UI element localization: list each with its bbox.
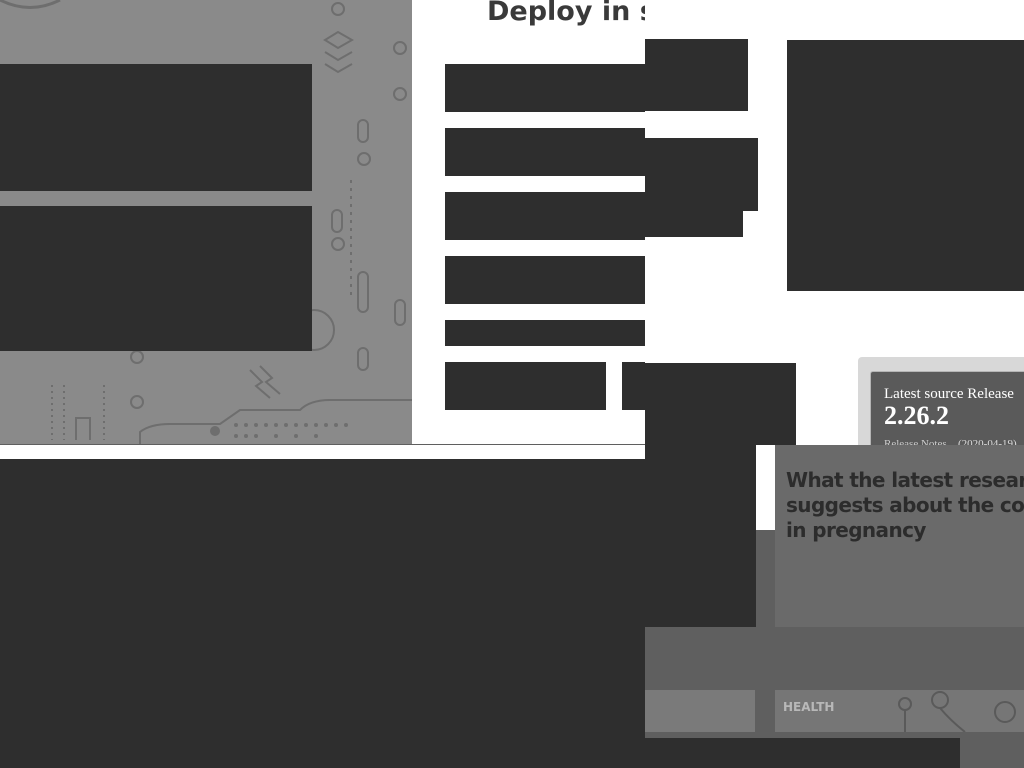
release-version[interactable]: 2.26.2 bbox=[884, 401, 949, 431]
left-content-block-2 bbox=[0, 206, 312, 351]
middle-block-1 bbox=[645, 39, 748, 111]
article-title[interactable]: What the latest research suggests about … bbox=[786, 468, 1024, 543]
middle-block-4 bbox=[645, 363, 796, 445]
bottom-left-block bbox=[0, 459, 645, 768]
deploy-option-5[interactable] bbox=[445, 320, 645, 346]
bottom-white-notch bbox=[756, 445, 776, 530]
deploy-option-1[interactable] bbox=[445, 64, 645, 112]
right-media-block bbox=[787, 40, 1024, 291]
deploy-button-right[interactable] bbox=[622, 362, 645, 410]
deploy-option-4[interactable] bbox=[445, 256, 645, 304]
category-tag[interactable]: HEALTH bbox=[783, 700, 834, 714]
bottom-bar-block bbox=[645, 738, 960, 768]
article-title-line-1: What the latest research bbox=[786, 468, 1024, 492]
left-content-block-1 bbox=[0, 64, 312, 191]
middle-block-2 bbox=[645, 138, 758, 211]
deploy-button-left[interactable] bbox=[445, 362, 606, 410]
article-title-line-3: in pregnancy bbox=[786, 518, 926, 542]
deploy-option-2[interactable] bbox=[445, 128, 645, 176]
bottom-middle-block bbox=[645, 445, 756, 627]
middle-block-3 bbox=[645, 211, 743, 237]
article-title-line-2: suggests about the corona bbox=[786, 493, 1024, 517]
deploy-option-3[interactable] bbox=[445, 192, 645, 240]
deploy-title: Deploy in se bbox=[487, 0, 645, 27]
thumbnail-left[interactable] bbox=[645, 690, 755, 732]
